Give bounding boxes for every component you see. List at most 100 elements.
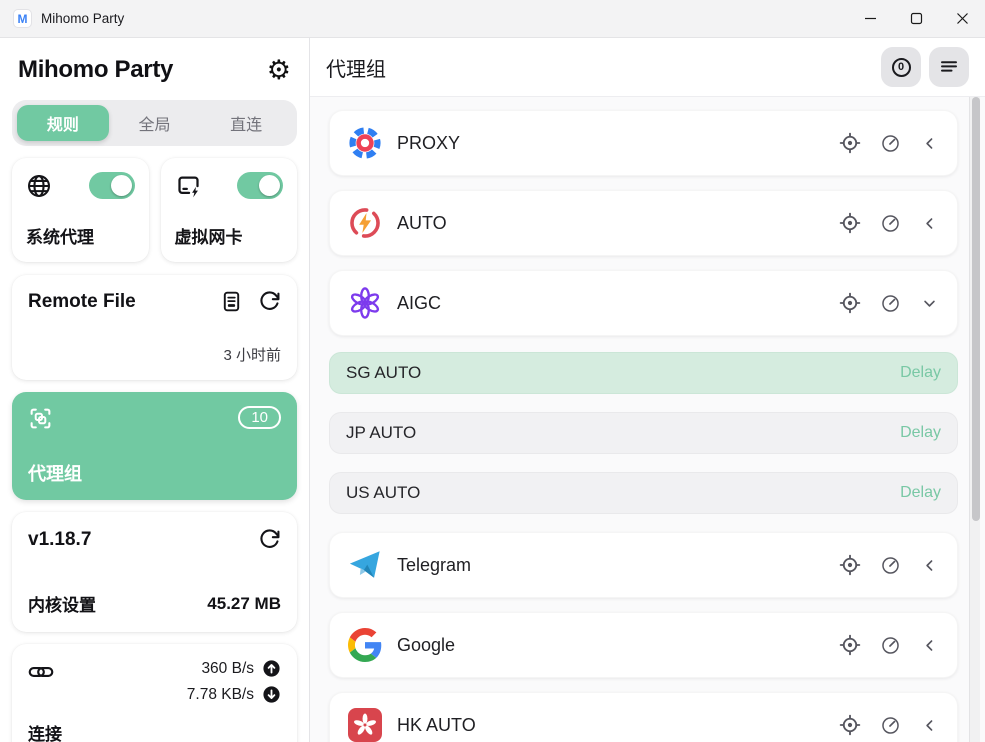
group-card-hk-auto[interactable]: HK AUTO [329,692,958,742]
window-controls [847,0,985,37]
maximize-button[interactable] [893,0,939,37]
virtual-nic-card[interactable]: 虚拟网卡 [161,158,298,262]
group-name: HK AUTO [397,715,476,736]
globe-icon [26,173,52,199]
profile-name: Remote File [28,291,136,313]
delay-test-button[interactable] [880,213,901,234]
delay-test-button[interactable] [880,635,901,656]
hongkong-flag-icon [348,708,382,742]
profile-card[interactable]: Remote File 3 小时前 [12,275,297,380]
group-name: PROXY [397,133,460,154]
core-memory-usage: 45.27 MB [207,594,281,614]
locate-node-button[interactable] [839,132,861,154]
profile-update-button[interactable] [258,290,281,313]
group-card-aigc[interactable]: AIGC [329,270,958,336]
locate-node-button[interactable] [839,212,861,234]
group-name: AUTO [397,213,447,234]
locate-node-button[interactable] [839,714,861,736]
gauge-icon [880,555,901,576]
expand-group-button[interactable] [920,556,939,575]
gauge-icon [880,213,901,234]
core-settings-label: 内核设置 [28,591,96,616]
app-body: Mihomo Party ⚙ 规则 全局 直连 系统代理 虚拟网卡 [0,38,985,742]
profile-edit-button[interactable] [220,290,243,313]
tab-global[interactable]: 全局 [109,105,201,141]
system-proxy-toggle[interactable] [89,172,135,199]
group-name: Telegram [397,555,471,576]
delay-label[interactable]: Delay [900,424,941,442]
expand-group-button[interactable] [920,214,939,233]
group-card-telegram[interactable]: Telegram [329,532,958,598]
document-icon [220,290,243,313]
proxy-group-icon [28,406,53,431]
locate-node-button[interactable] [839,292,861,314]
core-version: v1.18.7 [28,529,91,551]
display-mode-button[interactable] [929,47,969,87]
target-icon [839,634,861,656]
toggle-knob [111,175,132,196]
close-button[interactable] [939,0,985,37]
link-icon [28,659,54,685]
proxy-group-count-badge: 10 [238,406,281,429]
core-restart-button[interactable] [258,528,281,551]
proxy-group-list: PROXY AUTO [310,97,985,742]
upload-arrow-icon [262,659,281,678]
delay-label[interactable]: Delay [900,484,941,502]
chevron-left-icon [920,556,939,575]
download-arrow-icon [262,685,281,704]
system-proxy-label: 系统代理 [26,223,135,248]
app-title: Mihomo Party [18,56,173,84]
delay-test-button[interactable] [880,555,901,576]
group-card-google[interactable]: Google [329,612,958,678]
tun-device-icon [175,172,202,199]
gauge-icon [880,715,901,736]
chevron-down-icon [920,294,939,313]
group-name: AIGC [397,293,441,314]
sidebar-header: Mihomo Party ⚙ [12,38,297,100]
tab-direct[interactable]: 直连 [200,105,292,141]
proxy-name: JP AUTO [346,423,416,443]
tab-rule[interactable]: 规则 [17,105,109,141]
core-settings-card[interactable]: v1.18.7 内核设置 45.27 MB [12,512,297,632]
expand-group-button[interactable] [920,134,939,153]
titlebar: M Mihomo Party [0,0,985,38]
group-card-proxy[interactable]: PROXY [329,110,958,176]
target-icon [839,554,861,576]
proxy-wheel-icon [348,126,382,160]
target-icon [839,714,861,736]
locate-node-button[interactable] [839,554,861,576]
upload-speed: 360 B/s [201,660,254,678]
delay-test-button[interactable] [880,715,901,736]
chevron-left-icon [920,636,939,655]
virtual-nic-toggle[interactable] [237,172,283,199]
proxy-name: US AUTO [346,483,420,503]
group-name: Google [397,635,455,656]
sidebar-item-proxy-groups[interactable]: 10 代理组 [12,392,297,500]
settings-button[interactable]: ⚙ [267,57,291,84]
collapse-group-button[interactable] [920,294,939,313]
gauge-icon [880,133,901,154]
proxy-row-jp-auto[interactable]: JP AUTO Delay [329,412,958,454]
delay-test-button[interactable] [880,293,901,314]
gauge-icon [880,293,901,314]
expand-group-button[interactable] [920,716,939,735]
proxy-row-sg-auto[interactable]: SG AUTO Delay [329,352,958,394]
scrollbar-thumb[interactable] [972,97,980,521]
sidebar: Mihomo Party ⚙ 规则 全局 直连 系统代理 虚拟网卡 [0,38,310,742]
group-card-auto[interactable]: AUTO [329,190,958,256]
minimize-button[interactable] [847,0,893,37]
sort-groups-button[interactable]: 0 [881,47,921,87]
minimize-icon [864,12,877,25]
connections-label: 连接 [28,720,281,742]
delay-label[interactable]: Delay [900,364,941,382]
google-icon [348,628,382,662]
expand-group-button[interactable] [920,636,939,655]
system-proxy-card[interactable]: 系统代理 [12,158,149,262]
connections-card[interactable]: 360 B/s 7.78 KB/s 连接 [12,644,297,742]
proxy-row-us-auto[interactable]: US AUTO Delay [329,472,958,514]
locate-node-button[interactable] [839,634,861,656]
scrollbar[interactable] [969,97,980,742]
delay-test-button[interactable] [880,133,901,154]
refresh-icon [258,290,281,313]
refresh-icon [258,528,281,551]
